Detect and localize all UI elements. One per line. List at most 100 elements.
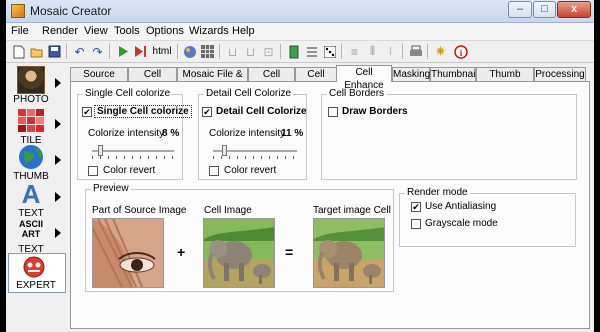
tab-thumbnail[interactable]: Thumbnail [430,67,478,81]
menu-options[interactable]: Options [146,25,184,37]
grayscale-checkbox[interactable] [411,219,421,229]
list-icon[interactable] [304,44,319,59]
menu-wizards[interactable]: Wizards [189,25,229,37]
minimize-button[interactable]: – [508,1,532,18]
sidebar-item-ascii-text[interactable]: ASCII ART TEXT [8,216,66,258]
maximize-button[interactable]: □ [533,1,556,18]
group-title: Detail Cell Colorize [204,88,294,99]
window-title: Mosaic Creator [30,4,112,18]
expand-arrow-icon[interactable] [55,228,61,238]
expand-arrow-icon[interactable] [55,155,61,165]
single-cell-colorize-group: Single Cell colorize ✔ Single Cell color… [77,88,192,180]
cell-borders-group: Cell Borders Draw Borders [321,88,577,180]
render-step-icon[interactable] [133,44,148,59]
group-title: Render mode [405,187,470,198]
detail-cell-colorize-label[interactable]: Detail Cell Colorize [216,106,307,117]
settings-gear-icon[interactable]: ✷ [433,43,448,59]
render-play-icon[interactable] [115,44,130,59]
tab-thumb-images[interactable]: Thumb Images [476,67,534,93]
slider-thumb[interactable] [222,145,227,156]
grayscale-label: Grayscale mode [425,218,498,229]
disabled-tool-icon[interactable]: ⊔ [225,44,240,59]
colorize-intensity-slider[interactable] [213,145,297,159]
cell-image-preview [203,218,275,288]
grid-icon[interactable] [200,44,215,59]
toolbar-separator [402,44,403,59]
draw-borders-checkbox[interactable] [328,107,338,117]
toolbar-separator [341,44,342,59]
expand-arrow-icon[interactable] [55,119,61,129]
tab-cell-shape[interactable]: Cell Shape [248,67,295,93]
new-file-icon[interactable] [11,44,26,59]
menu-view[interactable]: View [84,25,108,37]
open-folder-icon[interactable] [29,44,44,59]
tab-processing[interactable]: Processing [534,67,586,81]
single-cell-colorize-checkbox[interactable]: ✔ [82,107,92,117]
html-export-button[interactable]: html [151,44,173,59]
sidebar-item-expert[interactable]: EXPERT [8,253,66,293]
info-icon[interactable]: i [453,44,468,59]
save-icon[interactable] [47,44,62,59]
single-cell-colorize-label[interactable]: Single Cell colorize [94,105,192,118]
dice-icon[interactable] [322,44,337,59]
detail-cell-colorize-checkbox[interactable]: ✔ [202,107,212,117]
expand-arrow-icon[interactable] [55,78,61,88]
expert-face-icon [21,255,49,283]
tab-mosaic-file-size[interactable]: Mosaic File & Size [177,67,248,93]
tab-masking[interactable]: Masking [392,67,430,81]
toolbar-separator [427,44,428,59]
colorize-intensity-label: Colorize intensity [88,128,165,139]
sidebar-label: EXPERT [16,280,56,291]
tab-cell-enhance[interactable]: Cell Enhance [336,65,392,91]
toolbar-separator [109,44,110,59]
tab-cell-filling[interactable]: Cell filling [295,67,337,93]
toolbar: ↶ ↷ html ⊔ ⊔ ⊡ ≡ ⦀ ⧘ ✷ i [6,41,594,63]
ascii-art-icon: ASCII ART [18,219,43,239]
draw-borders-label: Draw Borders [342,106,408,117]
colorize-intensity-value: 8 % [162,128,180,139]
slider-thumb[interactable] [98,145,103,156]
target-cell-caption: Target image Cell [313,205,391,216]
tiles-icon [17,107,45,135]
menu-file[interactable]: File [11,25,29,37]
distribute-icon[interactable]: ⦀ [365,44,380,59]
menu-tools[interactable]: Tools [114,25,140,37]
toolbar-separator [66,44,67,59]
color-revert-checkbox[interactable] [209,166,219,176]
toolbar-separator [177,44,178,59]
palette-icon[interactable] [182,44,197,59]
settings-tabs: Source Image Cell Images Mosaic File & S… [70,65,590,93]
expand-arrow-icon[interactable] [55,192,61,202]
sidebar-item-photo[interactable]: PHOTO [8,66,66,108]
colorize-intensity-slider[interactable] [92,145,174,159]
antialiasing-checkbox[interactable]: ✔ [411,202,421,212]
redo-icon[interactable]: ↷ [90,44,105,59]
color-revert-checkbox[interactable] [88,166,98,176]
detail-cell-colorize-group: Detail Cell Colorize ✔ Detail Cell Color… [198,88,307,180]
menu-help[interactable]: Help [232,25,255,37]
title-bar[interactable]: Mosaic Creator – □ x [6,0,594,23]
target-cell-preview [313,218,385,288]
toolbar-separator [219,44,220,59]
menu-render[interactable]: Render [42,25,78,37]
tab-cell-images[interactable]: Cell Images [128,67,177,93]
split-icon[interactable]: ⧘ [383,44,398,59]
tab-source-image[interactable]: Source Image [70,67,128,93]
slider-track [92,150,174,153]
print-icon[interactable] [408,44,423,59]
antialiasing-label: Use Antialiasing [425,201,497,212]
colorize-intensity-label: Colorize intensity [209,128,286,139]
app-icon [11,4,25,18]
color-revert-label: Color revert [224,165,277,176]
align-icon[interactable]: ≡ [347,44,362,59]
app-window: Mosaic Creator – □ x File Render View To… [6,0,594,332]
mona-lisa-icon [17,66,45,94]
plus-sign: + [177,244,186,260]
thumbnail-list-icon[interactable] [286,44,301,59]
undo-icon[interactable]: ↶ [72,44,87,59]
group-title: Single Cell colorize [83,88,173,99]
cell-image-caption: Cell Image [204,205,252,216]
disabled-tool-icon[interactable]: ⊡ [261,44,276,59]
disabled-tool-icon[interactable]: ⊔ [243,44,258,59]
close-button[interactable]: x [557,1,591,18]
